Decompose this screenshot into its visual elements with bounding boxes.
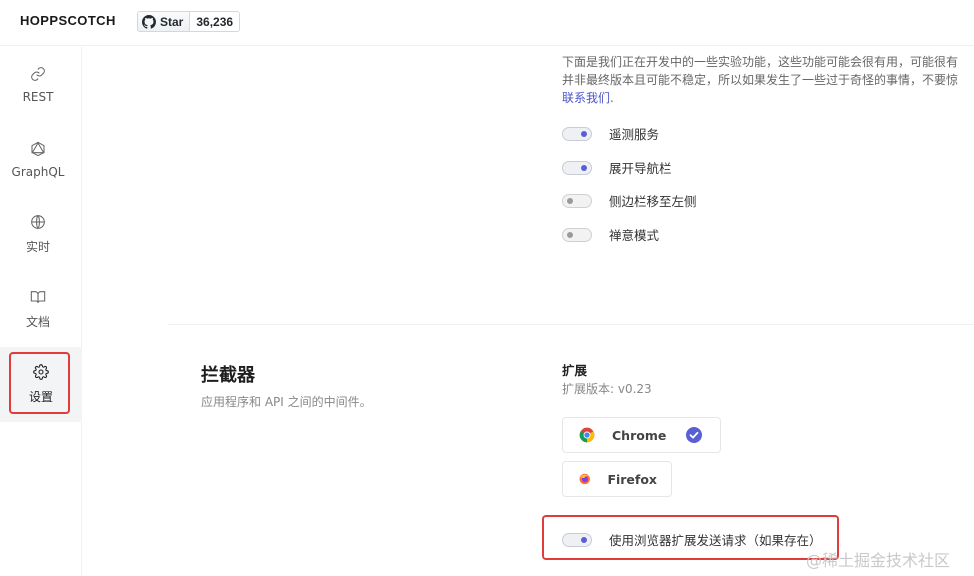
- toggle-zen-mode[interactable]: 禅意模式: [562, 225, 659, 244]
- sidebar-item-rest[interactable]: REST: [0, 47, 76, 122]
- sidebar-item-label: REST: [22, 89, 54, 104]
- experiments-description: 下面是我们正在开发中的一些实验功能，这些功能可能会很有用，可能很有 并非最终版本…: [562, 53, 974, 107]
- toggle-label: 展开导航栏: [609, 161, 672, 176]
- github-star-label: Star: [160, 14, 184, 29]
- toggle-expand-navigation[interactable]: 展开导航栏: [562, 158, 672, 177]
- sidebar-item-docs[interactable]: 文档: [0, 272, 76, 347]
- interceptor-title: 拦截器: [201, 365, 255, 386]
- chrome-icon: [579, 427, 595, 443]
- firefox-icon: [579, 473, 590, 485]
- firefox-extension-button[interactable]: Firefox: [562, 461, 672, 497]
- section-divider: [168, 324, 974, 325]
- experiments-description-line1: 下面是我们正在开发中的一些实验功能，这些功能可能会很有用，可能很有: [562, 55, 959, 69]
- sidebar-item-realtime[interactable]: 实时: [0, 197, 76, 272]
- zen-mode-switch[interactable]: [562, 227, 592, 242]
- sidebar-item-label: GraphQL: [11, 164, 65, 179]
- extension-version: 扩展版本: v0.23: [562, 382, 652, 396]
- app-logo[interactable]: HOPPSCOTCH: [20, 13, 116, 28]
- firefox-label: Firefox: [607, 471, 657, 487]
- github-star[interactable]: Star: [138, 12, 191, 31]
- expand-navigation-switch[interactable]: [562, 160, 592, 175]
- graphql-icon: [31, 141, 45, 156]
- sidebar-left-switch[interactable]: [562, 193, 592, 208]
- highlight-box-settings: [9, 352, 70, 414]
- toggle-sidebar-left[interactable]: 侧边栏移至左侧: [562, 191, 697, 210]
- toggle-label: 遥测服务: [609, 127, 660, 142]
- sidebar-item-label: 实时: [25, 240, 50, 254]
- link-icon: [31, 66, 45, 81]
- toggle-label: 侧边栏移至左侧: [609, 194, 697, 209]
- contact-suffix: .: [610, 91, 614, 105]
- github-icon: [142, 14, 156, 29]
- chrome-extension-button[interactable]: Chrome: [562, 417, 721, 453]
- interceptor-subtitle: 应用程序和 API 之间的中间件。: [201, 395, 372, 409]
- globe-icon: [31, 215, 45, 229]
- experiments-description-line2: 并非最终版本且可能不稳定，所以如果发生了一些过于奇怪的事情，不要惊: [562, 73, 959, 87]
- github-star-button[interactable]: Star 36,236: [137, 11, 241, 32]
- checkmark-circle-icon: [686, 427, 703, 443]
- settings-main: 下面是我们正在开发中的一些实验功能，这些功能可能会很有用，可能很有 并非最终版本…: [83, 47, 974, 576]
- sidebar-nav: REST GraphQL 实时 文档 设置: [0, 47, 82, 576]
- toggle-label: 禅意模式: [609, 228, 660, 243]
- telemetry-switch[interactable]: [562, 126, 592, 141]
- watermark: @稀土掘金技术社区: [806, 551, 951, 570]
- chrome-label: Chrome: [612, 427, 667, 443]
- github-star-count[interactable]: 36,236: [190, 12, 240, 31]
- app-header: HOPPSCOTCH Star 36,236: [0, 0, 974, 46]
- contact-us-link[interactable]: 联系我们: [562, 91, 610, 105]
- sidebar-item-graphql[interactable]: GraphQL: [0, 122, 76, 197]
- book-icon: [30, 291, 46, 304]
- extension-title: 扩展: [562, 363, 588, 378]
- sidebar-item-label: 文档: [25, 315, 50, 329]
- toggle-telemetry[interactable]: 遥测服务: [562, 124, 659, 143]
- highlight-box-extension-toggle: [542, 515, 839, 560]
